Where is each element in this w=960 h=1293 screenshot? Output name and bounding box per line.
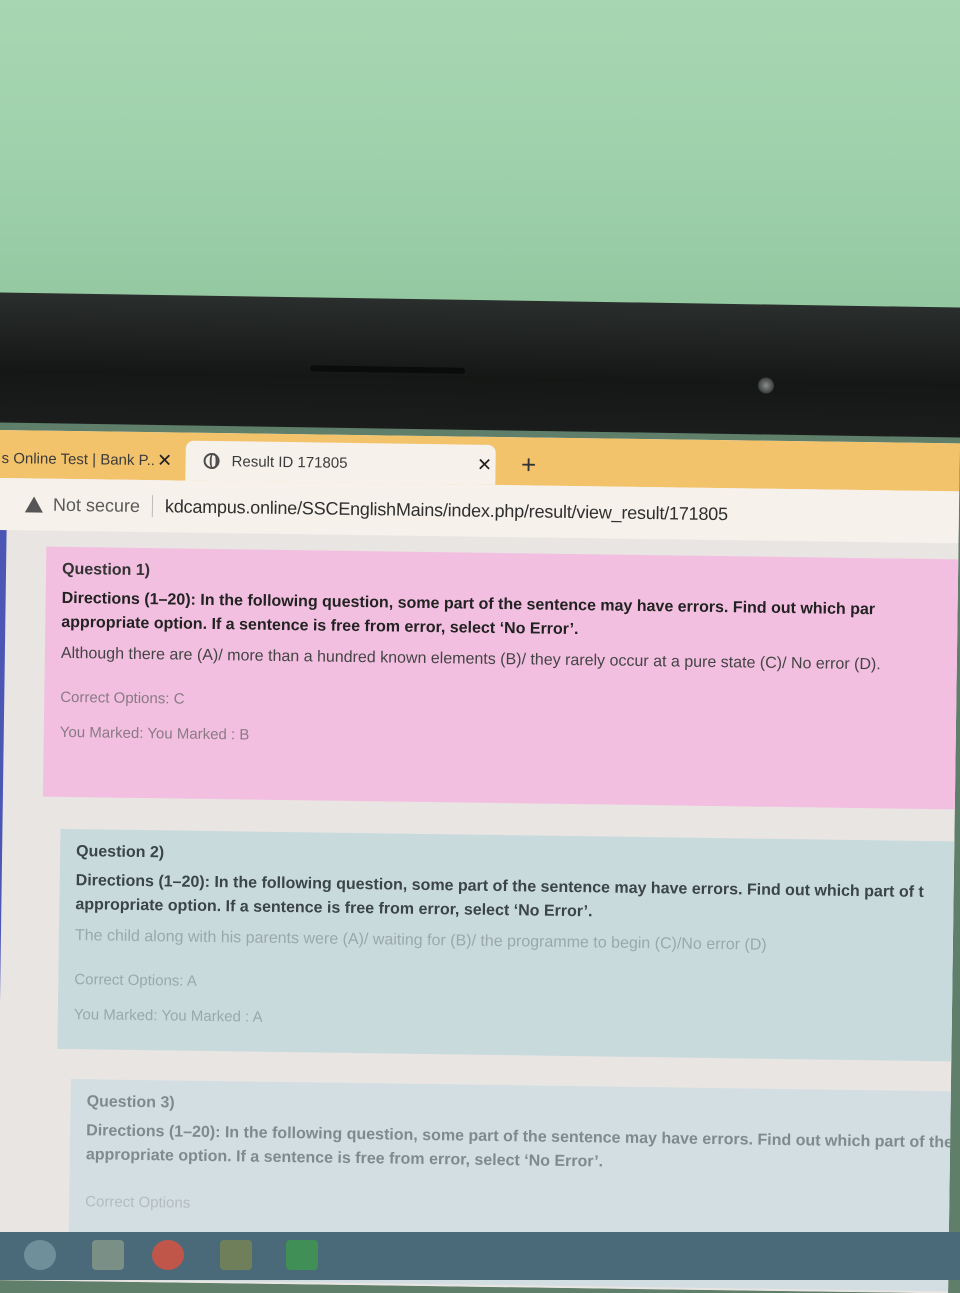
question-number: Question 2): [76, 843, 165, 862]
chrome-icon[interactable]: [152, 1240, 184, 1270]
tab-online-test[interactable]: s Online Test | Bank P... ✕: [0, 438, 176, 481]
tab-title: Result ID 171805: [231, 452, 348, 472]
divider: [151, 495, 154, 518]
globe-icon: [203, 452, 220, 470]
correct-option: Correct Options: [85, 1193, 191, 1212]
question-card: Question 2) Directions (1–20): In the fo…: [57, 828, 960, 1062]
correct-option: Correct Options: A: [74, 971, 198, 990]
security-label[interactable]: Not secure: [53, 494, 140, 516]
question-card: Question 1) Directions (1–20): In the fo…: [42, 546, 960, 810]
new-tab-button[interactable]: +: [513, 449, 543, 479]
marked-option: You Marked: You Marked : A: [73, 1006, 263, 1026]
tab-result[interactable]: Result ID 171805 ✕: [185, 440, 496, 485]
bezel-slot: [310, 365, 465, 374]
taskbar-app-icon[interactable]: [220, 1240, 252, 1270]
start-icon[interactable]: [24, 1240, 56, 1270]
taskbar: [0, 1232, 960, 1280]
close-icon[interactable]: ✕: [473, 454, 495, 475]
result-page: Question 1) Directions (1–20): In the fo…: [0, 529, 960, 1293]
browser-screen: s Online Test | Bank P... ✕ Result ID 17…: [0, 430, 960, 1293]
question-number: Question 3): [86, 1093, 175, 1112]
monitor-bezel: [0, 292, 960, 438]
left-accent-bar: [0, 529, 7, 1291]
marked-option: You Marked: You Marked : B: [59, 723, 250, 744]
warning-icon: [24, 496, 44, 513]
url-text[interactable]: kdcampus.online/SSCEnglishMains/index.ph…: [165, 496, 728, 525]
correct-option: Correct Options: C: [60, 688, 185, 708]
webcam-icon: [758, 377, 774, 394]
wall-background: [0, 0, 960, 315]
excel-icon[interactable]: [286, 1240, 318, 1270]
question-sentence: The child along with his parents were (A…: [74, 927, 767, 954]
question-sentence: Although there are (A)/ more than a hund…: [60, 644, 881, 674]
question-number: Question 1): [61, 560, 151, 580]
tab-title: s Online Test | Bank P...: [1, 449, 154, 469]
taskbar-app-icon[interactable]: [92, 1240, 124, 1270]
close-icon[interactable]: ✕: [153, 450, 175, 471]
